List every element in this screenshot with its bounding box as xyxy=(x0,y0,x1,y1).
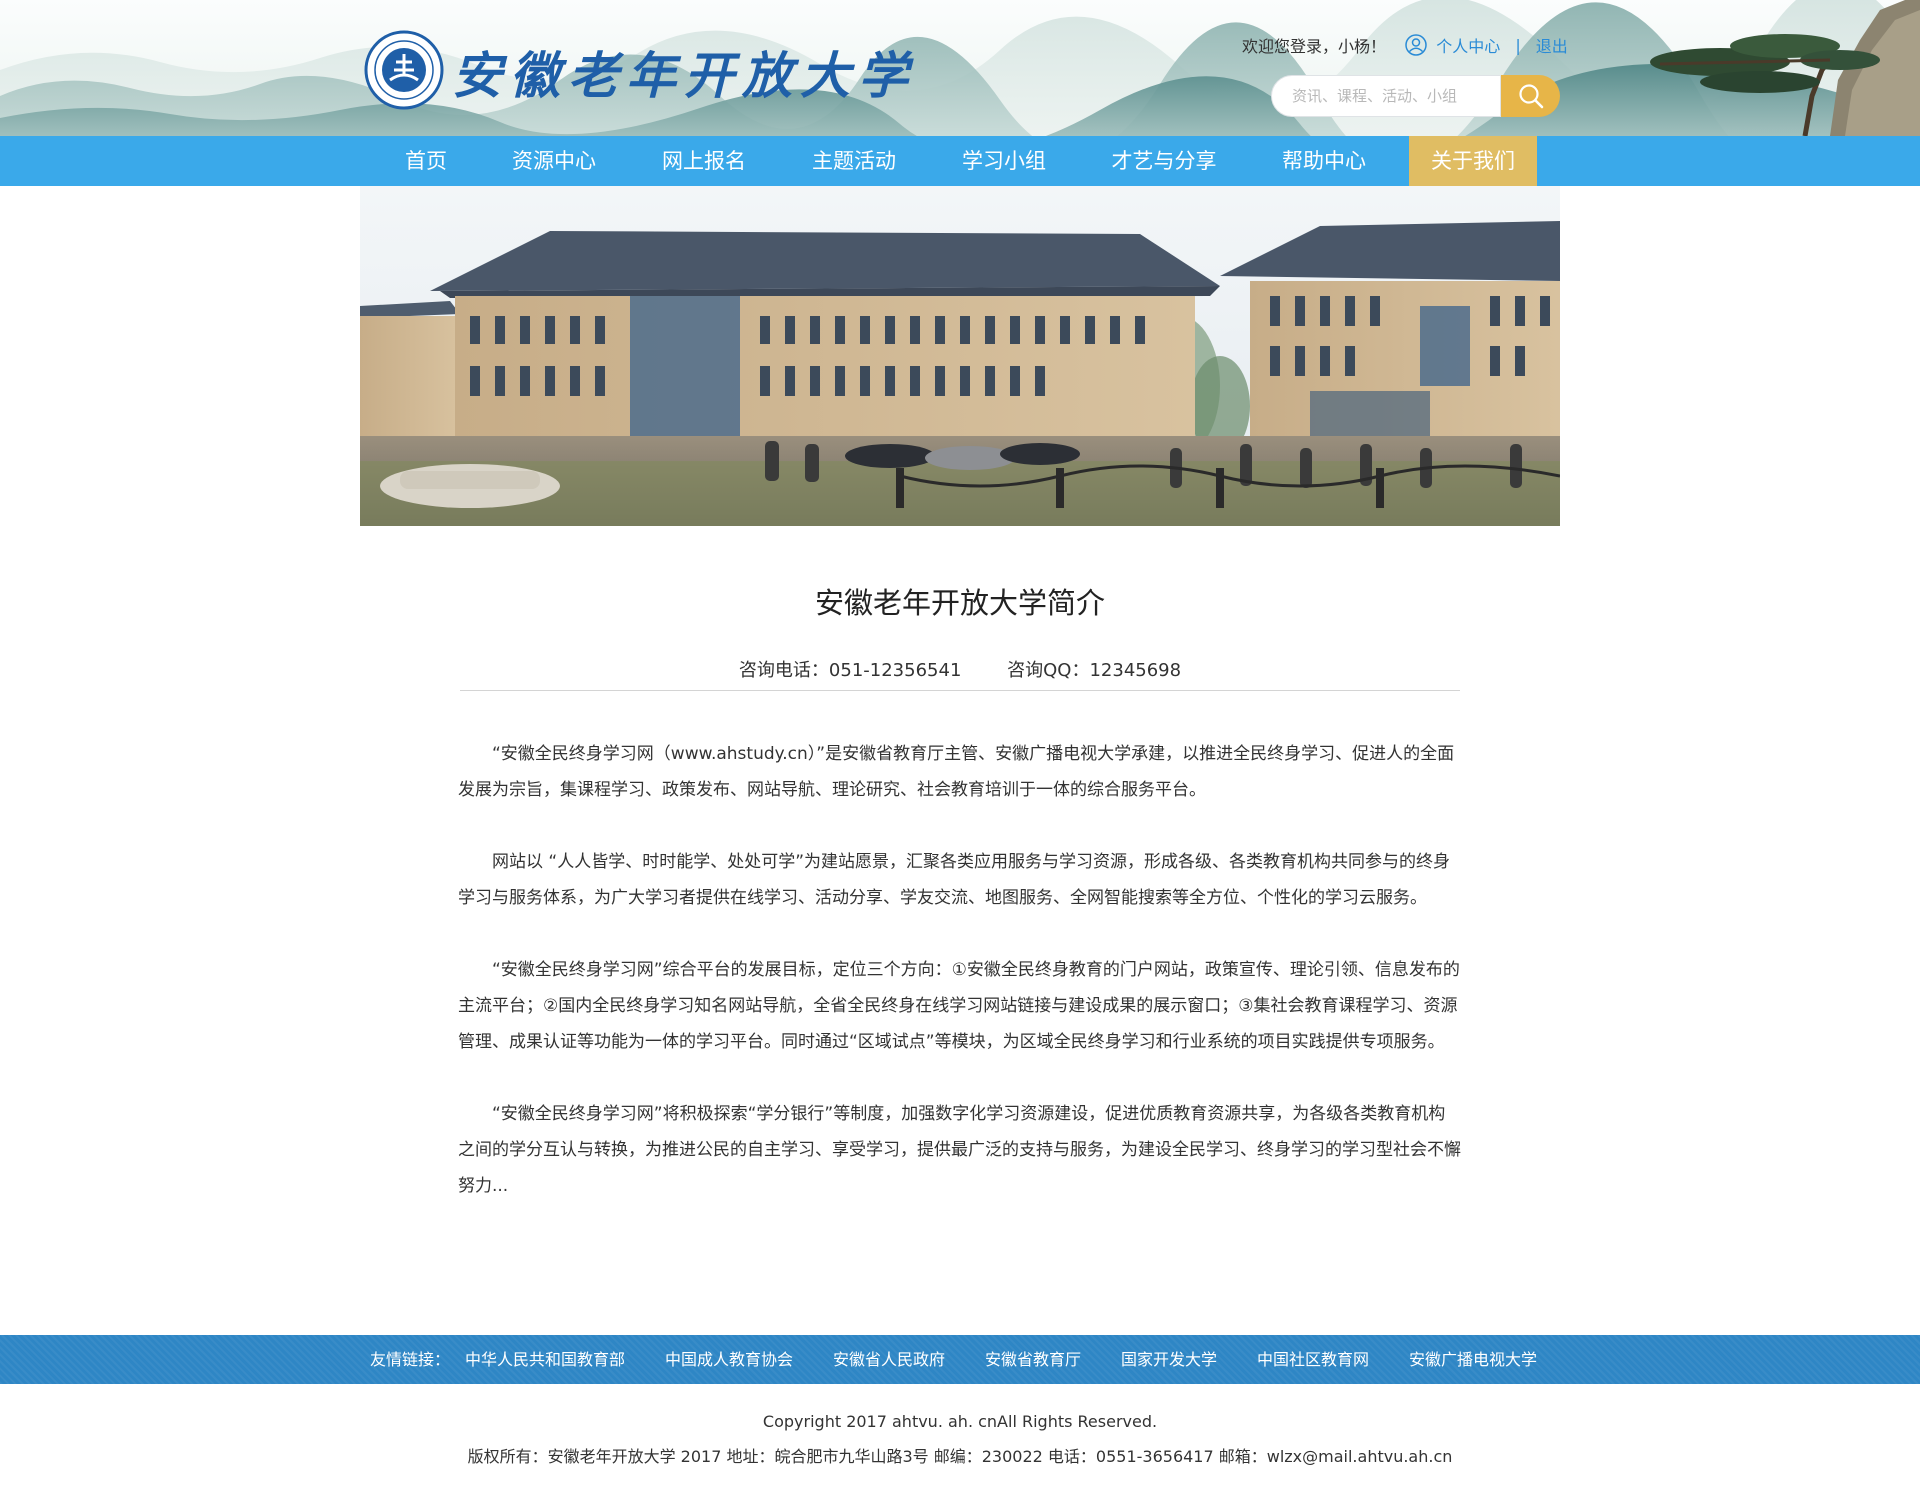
footer-contact-info: 版权所有：安徽老年开放大学 2017 地址：皖合肥市九华山路3号 邮编：2300… xyxy=(467,1447,1453,1466)
logout-link[interactable]: 退出 xyxy=(1536,37,1568,56)
friend-link-community-edu[interactable]: 中国社区教育网 xyxy=(1257,1335,1369,1384)
friend-link-moe[interactable]: 中华人民共和国教育部 xyxy=(465,1335,625,1384)
mountain-scenery xyxy=(0,0,1920,136)
nav-item-talent-share[interactable]: 才艺与分享 xyxy=(1100,136,1228,186)
header-banner: 安徽老年开放大学 欢迎您登录，小杨！ 个人中心 | 退出 xyxy=(0,0,1920,136)
friend-link-adult-edu[interactable]: 中国成人教育协会 xyxy=(665,1335,793,1384)
contact-qq: 咨询QQ：12345698 xyxy=(1007,660,1182,681)
university-seal-icon xyxy=(364,30,444,110)
main-nav: 首页 资源中心 网上报名 主题活动 学习小组 才艺与分享 帮助中心 关于我们 xyxy=(0,136,1920,186)
article-paragraph: “安徽全民终身学习网”综合平台的发展目标，定位三个方向：①安徽全民终身教育的门户… xyxy=(458,960,1460,1052)
article-body: “安徽全民终身学习网（www.ahstudy.cn）”是安徽省教育厅主管、安徽广… xyxy=(458,736,1462,1240)
nav-item-registration[interactable]: 网上报名 xyxy=(650,136,758,186)
title-divider xyxy=(460,690,1460,691)
friend-links-label: 友情链接： xyxy=(370,1350,451,1369)
article-paragraph: 网站以 “人人皆学、时时能学、处处可学”为建站愿景，汇聚各类应用服务与学习资源，… xyxy=(458,852,1451,908)
user-profile-icon[interactable] xyxy=(1405,34,1427,56)
welcome-text: 欢迎您登录，小杨！ xyxy=(1242,37,1387,56)
nav-item-activities[interactable]: 主题活动 xyxy=(800,136,908,186)
contact-phone: 咨询电话：051-12356541 xyxy=(738,660,962,681)
search-box xyxy=(1271,75,1560,117)
nav-item-resources[interactable]: 资源中心 xyxy=(500,136,608,186)
campus-banner-image xyxy=(360,186,1560,526)
user-bar: 欢迎您登录，小杨！ 个人中心 | 退出 xyxy=(1242,33,1568,57)
article-paragraph: “安徽全民终身学习网”将积极探索“学分银行”等制度，加强数字化学习资源建设，促进… xyxy=(458,1104,1461,1196)
nav-item-about[interactable]: 关于我们 xyxy=(1409,136,1537,186)
nav-item-study-groups[interactable]: 学习小组 xyxy=(950,136,1058,186)
search-input[interactable] xyxy=(1271,75,1501,117)
contact-info: 咨询电话：051-12356541 咨询QQ：12345698 xyxy=(0,656,1920,682)
copyright: Copyright 2017 ahtvu. ah. cnAll Rights R… xyxy=(762,1412,1158,1431)
friend-link-anhui-gov[interactable]: 安徽省人民政府 xyxy=(833,1335,945,1384)
profile-link[interactable]: 个人中心 xyxy=(1436,37,1500,56)
friend-link-ahtvu[interactable]: 安徽广播电视大学 xyxy=(1409,1335,1537,1384)
friend-link-open-university[interactable]: 国家开发大学 xyxy=(1121,1335,1217,1384)
friend-link-anhui-edu[interactable]: 安徽省教育厅 xyxy=(985,1335,1081,1384)
nav-item-help[interactable]: 帮助中心 xyxy=(1270,136,1378,186)
site-title[interactable]: 安徽老年开放大学 xyxy=(452,36,916,108)
nav-item-home[interactable]: 首页 xyxy=(390,136,462,186)
page-title: 安徽老年开放大学简介 xyxy=(814,586,1105,620)
article-paragraph: “安徽全民终身学习网（www.ahstudy.cn）”是安徽省教育厅主管、安徽广… xyxy=(458,744,1455,800)
search-button[interactable] xyxy=(1501,75,1560,117)
search-icon xyxy=(1518,84,1543,109)
separator: | xyxy=(1515,35,1521,55)
friend-links-bar: 友情链接： 中华人民共和国教育部 中国成人教育协会 安徽省人民政府 安徽省教育厅… xyxy=(0,1335,1920,1384)
